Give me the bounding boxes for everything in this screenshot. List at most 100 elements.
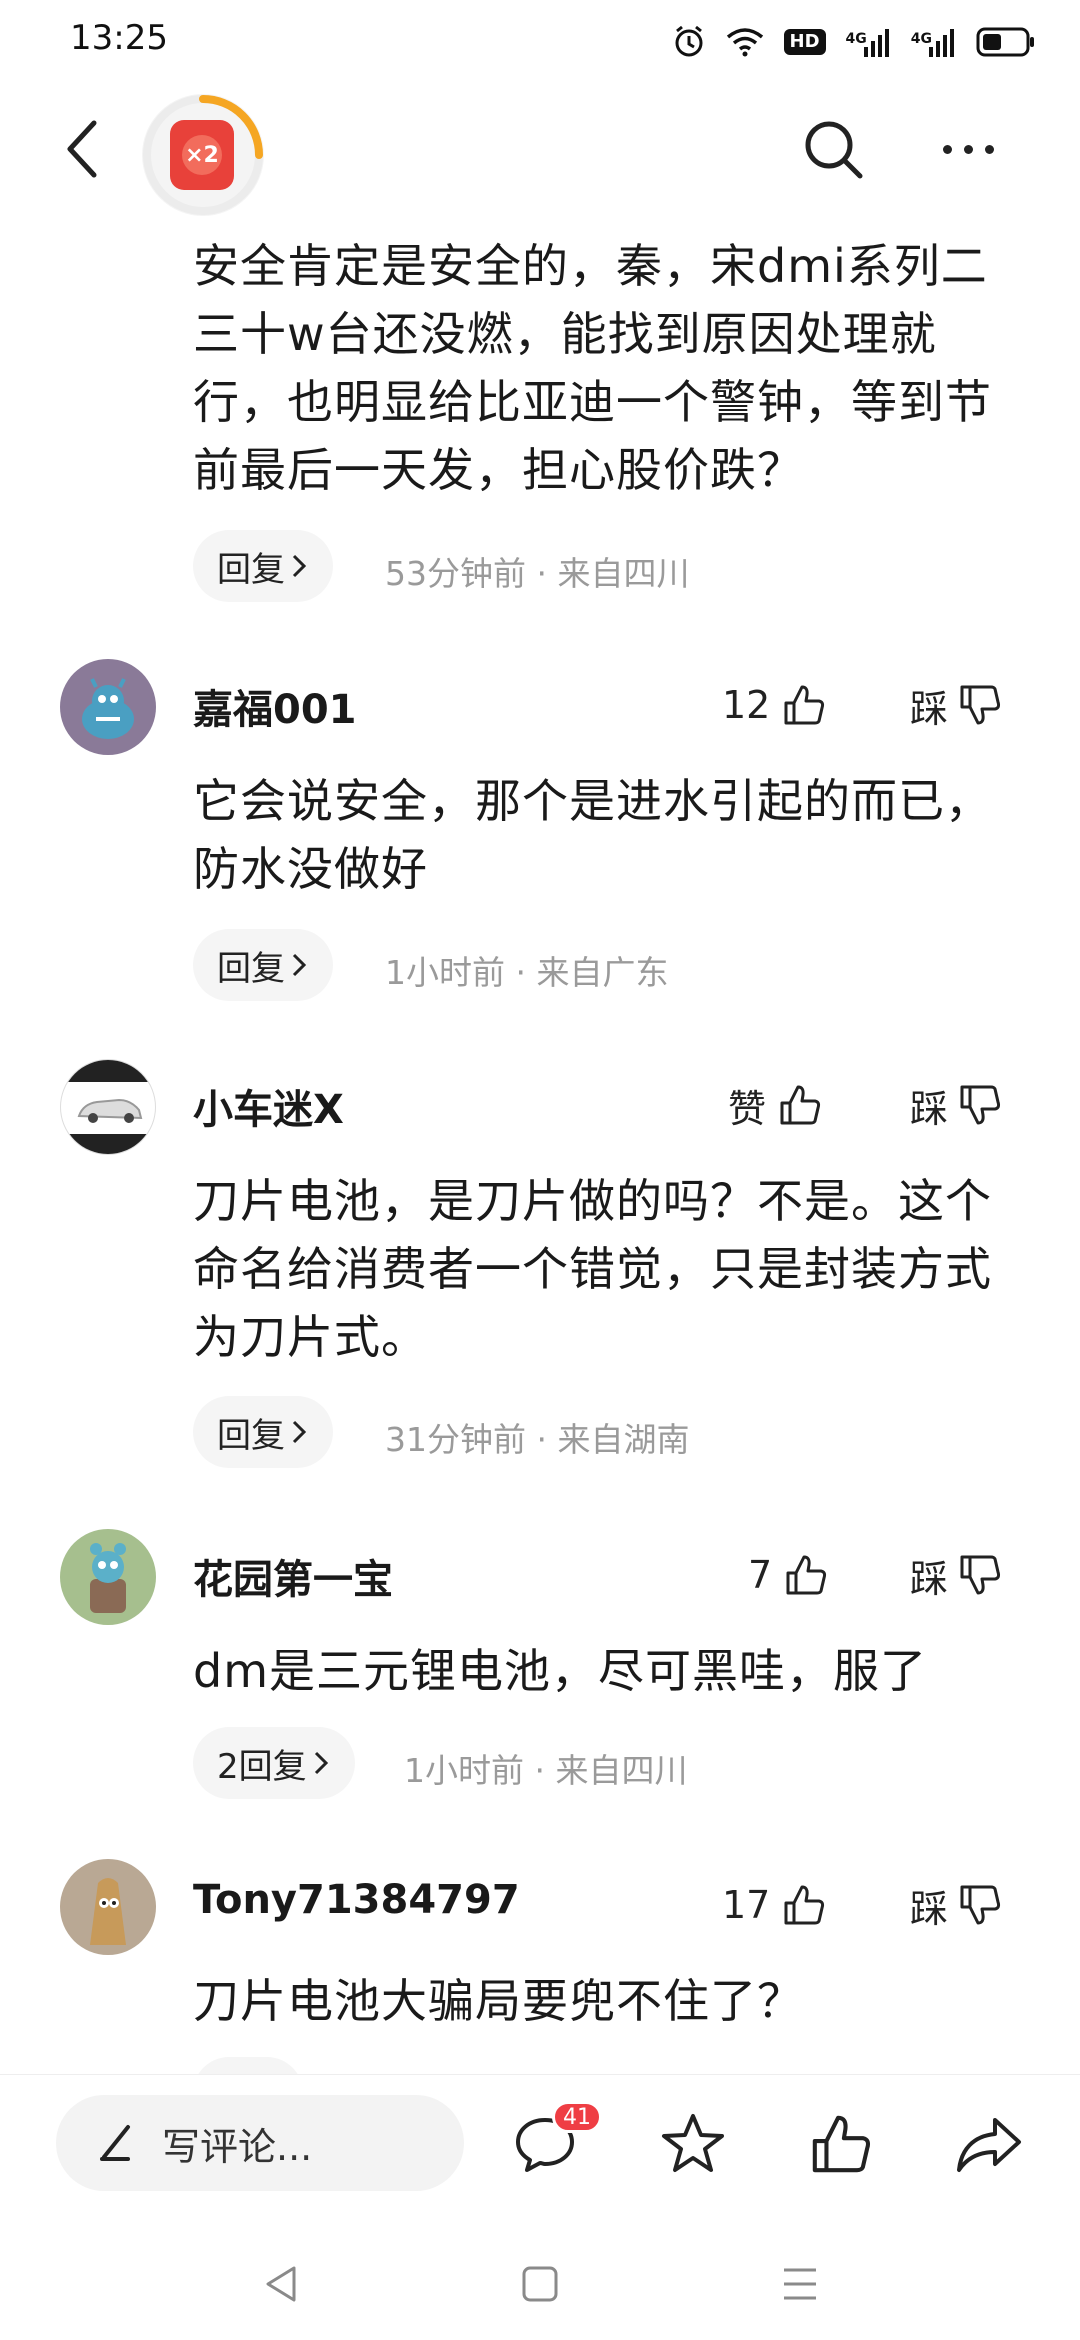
comment-time: 1小时前 xyxy=(404,1751,524,1790)
back-button[interactable] xyxy=(52,114,112,184)
like-count: 12 xyxy=(722,683,771,727)
thumbs-up-icon xyxy=(780,1085,821,1125)
comment-content: 安全肯定是安全的，秦，宋dmi系列二三十w台还没燃，能找到原因处理就行，也明显给… xyxy=(193,239,992,497)
avatar[interactable] xyxy=(60,1859,156,1955)
avatar[interactable] xyxy=(60,1059,156,1155)
nav-menu-button[interactable] xyxy=(770,2254,830,2314)
chevron-right-icon xyxy=(292,953,307,977)
avatar[interactable] xyxy=(60,659,156,755)
more-dot xyxy=(984,144,994,154)
comment-item: 小车迷X 赞 踩 刀片电池，是刀片做的吗？不是。这个命名给消费者一个错觉，只是封… xyxy=(0,1055,1080,1475)
like-button[interactable]: 17 xyxy=(722,1875,826,1935)
dislike-button[interactable]: 踩 xyxy=(910,1075,1002,1135)
status-time: 13:25 xyxy=(70,18,168,58)
top-nav: ×2 xyxy=(0,84,1080,216)
avatar[interactable] xyxy=(60,1529,156,1625)
comment-time: 53分钟前 xyxy=(385,554,526,593)
nav-back-button[interactable] xyxy=(252,2254,312,2314)
signal-icon: 4G xyxy=(911,27,956,57)
write-comment-placeholder: 写评论... xyxy=(162,2124,313,2169)
reply-button-partial[interactable] xyxy=(193,2057,303,2074)
username[interactable]: Tony71384797 xyxy=(193,1877,520,1923)
comment-content: 刀片电池，是刀片做的吗？不是。这个命名给消费者一个错觉，只是封装方式为刀片式。 xyxy=(193,1174,992,1364)
search-icon xyxy=(805,121,863,179)
dislike-button[interactable]: 踩 xyxy=(910,1875,1002,1935)
username[interactable]: 花园第一宝 xyxy=(193,1547,393,1605)
pen-icon xyxy=(100,2125,130,2161)
share-button[interactable] xyxy=(944,2099,1034,2189)
comment-location: 来自湖南 xyxy=(557,1420,690,1459)
dislike-button[interactable]: 踩 xyxy=(910,1545,1002,1605)
nav-menu-icon xyxy=(784,2268,816,2300)
reply-button[interactable]: 回复 xyxy=(193,530,333,602)
dislike-label: 踩 xyxy=(910,1556,949,1601)
reply-label: 回复 xyxy=(217,549,285,590)
reply-label: 回复 xyxy=(217,948,285,989)
comments-button[interactable]: 41 xyxy=(500,2099,602,2189)
comment-item: 花园第一宝 7 踩 dm是三元锂电池，尽可黑哇，服了 2回复 1小时前 · 来自… xyxy=(0,1525,1080,1815)
more-dot xyxy=(963,144,973,154)
comment-time: 31分钟前 xyxy=(385,1420,526,1459)
thumbs-up-icon xyxy=(786,1555,827,1595)
username[interactable]: 嘉福001 xyxy=(193,677,357,735)
signal-label: 4G xyxy=(910,31,932,47)
comment-item: Tony71384797 17 踩 刀片电池大骗局要兜不住了？ xyxy=(0,1855,1080,2074)
thumbs-down-icon xyxy=(960,1085,1001,1125)
alarm-icon xyxy=(675,25,703,57)
favorite-button[interactable] xyxy=(648,2099,738,2189)
reply-button[interactable]: 2回复 xyxy=(193,1727,355,1799)
nav-home-icon xyxy=(522,2266,558,2302)
comment-count-badge: 41 xyxy=(552,2101,602,2133)
reply-button[interactable]: 回复 xyxy=(193,1396,333,1468)
thumbs-down-icon xyxy=(960,1555,1001,1595)
share-icon xyxy=(957,2118,1021,2172)
like-button[interactable]: 7 xyxy=(748,1545,828,1605)
hd-voice-icon: HD xyxy=(783,29,826,55)
comment-content: 它会说安全，那个是进水引起的而已，防水没做好 xyxy=(193,774,992,896)
comment-location: 来自四川 xyxy=(555,1751,688,1790)
more-dot xyxy=(942,144,952,154)
reply-button[interactable]: 回复 xyxy=(193,929,333,1001)
search-button[interactable] xyxy=(798,114,868,184)
comment-meta: 53分钟前 · 来自四川 xyxy=(385,554,690,593)
red-packet-button[interactable]: ×2 xyxy=(142,94,264,216)
like-article-button[interactable] xyxy=(796,2099,886,2189)
chevron-right-icon xyxy=(314,1751,328,1775)
like-button[interactable]: 赞 xyxy=(728,1075,822,1135)
signal-icon: 4G xyxy=(846,27,891,57)
like-count: 17 xyxy=(722,1883,771,1927)
reply-label: 2回复 xyxy=(217,1746,307,1787)
reply-label: 回复 xyxy=(217,1415,285,1456)
signal-label: 4G xyxy=(845,31,867,47)
comment-time: 1小时前 xyxy=(385,953,505,992)
comment-location: 来自四川 xyxy=(557,554,690,593)
nav-home-button[interactable] xyxy=(510,2254,570,2314)
username[interactable]: 小车迷X xyxy=(193,1077,344,1135)
status-bar: 13:25 HD 4G 4G xyxy=(0,0,1080,84)
comment-meta: 1小时前 · 来自四川 xyxy=(404,1751,688,1790)
star-icon xyxy=(662,2114,724,2172)
chevron-right-icon xyxy=(292,554,307,578)
status-icons: HD 4G 4G xyxy=(672,20,1036,64)
comment-action-bar: 写评论... 41 xyxy=(0,2074,1080,2224)
dislike-button[interactable]: 踩 xyxy=(910,675,1002,735)
write-comment-input[interactable]: 写评论... xyxy=(56,2095,464,2191)
back-chevron-icon xyxy=(67,120,97,178)
battery-icon xyxy=(976,27,1034,57)
comment-meta: 1小时前 · 来自广东 xyxy=(385,953,669,992)
like-label: 赞 xyxy=(728,1086,767,1131)
comment-item: 安全肯定是安全的，秦，宋dmi系列二三十w台还没燃，能找到原因处理就行，也明显给… xyxy=(0,214,1080,634)
thumbs-up-icon xyxy=(784,1885,825,1925)
comment-meta: 31分钟前 · 来自湖南 xyxy=(385,1420,690,1459)
thumbs-down-icon xyxy=(960,1885,1001,1925)
comment-item: 嘉福001 12 踩 它会说安全，那个是进水引起的而已，防水没做好 回复 1小时… xyxy=(0,655,1080,1015)
thumbs-down-icon xyxy=(960,685,1001,725)
red-packet-multiplier: ×2 xyxy=(182,135,222,175)
like-button[interactable]: 12 xyxy=(722,675,826,735)
more-button[interactable] xyxy=(928,114,1008,184)
dislike-label: 踩 xyxy=(910,1886,949,1931)
chevron-right-icon xyxy=(292,1420,307,1444)
comment-location: 来自广东 xyxy=(536,953,669,992)
system-navigation-bar xyxy=(0,2224,1080,2340)
comment-content: dm是三元锂电池，尽可黑哇，服了 xyxy=(193,1644,928,1698)
